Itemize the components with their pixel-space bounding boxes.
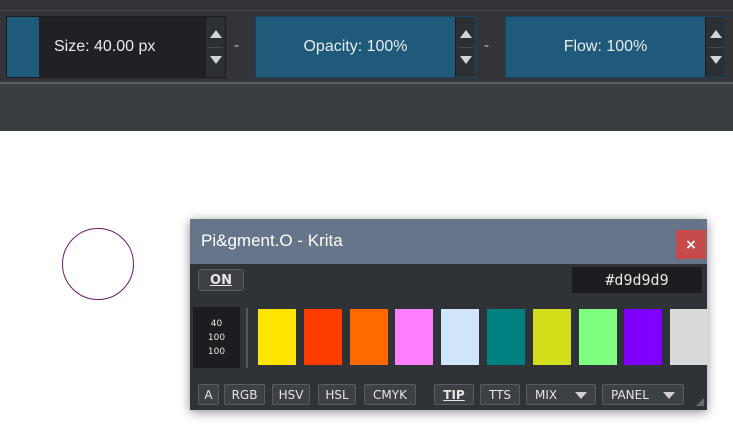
close-icon: × — [685, 236, 697, 253]
mix-dropdown[interactable]: MIX — [526, 384, 596, 405]
flow-increase-icon[interactable] — [710, 30, 722, 38]
rgb-button[interactable]: RGB — [224, 384, 265, 405]
color-swatch[interactable] — [303, 309, 342, 365]
flow-spinbox[interactable]: Flow: 100% — [505, 16, 726, 78]
docker-titlebar[interactable]: Pi&gment.O - Krita × — [190, 219, 707, 264]
brush-size-spinbox[interactable]: Size: 40.00 px — [6, 16, 226, 78]
separator: - — [484, 38, 490, 54]
value-line: 100 — [207, 332, 226, 343]
panel-dropdown[interactable]: PANEL — [602, 384, 684, 405]
opacity-spinbox[interactable]: Opacity: 100% — [255, 16, 476, 78]
color-swatch[interactable] — [441, 309, 480, 365]
toolbar-divider — [0, 10, 733, 11]
close-button[interactable]: × — [676, 230, 706, 259]
chevron-down-icon — [575, 392, 587, 399]
docker-title: Pi&gment.O - Krita — [201, 231, 343, 250]
flow-decrease-icon[interactable] — [710, 56, 722, 64]
size-spin-arrows[interactable] — [205, 17, 225, 77]
color-swatch[interactable] — [624, 309, 663, 365]
brush-outline-cursor — [62, 228, 134, 300]
hsl-button[interactable]: HSL — [318, 384, 356, 405]
color-swatch[interactable] — [578, 309, 617, 365]
color-swatch[interactable] — [487, 309, 525, 365]
chevron-down-icon — [663, 392, 675, 399]
pigmento-docker: Pi&gment.O - Krita × ON #d9d9d9 40 100 1… — [190, 219, 709, 410]
brush-toolbar: Size: 40.00 px - Opacity: 100% - Flow: 1… — [0, 0, 733, 84]
mix-dropdown-label: MIX — [535, 387, 558, 402]
opacity-spin-arrows[interactable] — [455, 17, 475, 77]
size-decrease-icon[interactable] — [210, 56, 222, 64]
size-increase-icon[interactable] — [210, 30, 222, 38]
docker-body: ON #d9d9d9 40 100 100 A RGB HSV HSL CMYK… — [190, 264, 709, 410]
a-button[interactable]: A — [198, 384, 219, 405]
color-swatch[interactable] — [532, 309, 571, 365]
panel-divider — [246, 308, 248, 368]
cmyk-button[interactable]: CMYK — [364, 384, 416, 405]
color-swatch[interactable] — [395, 309, 434, 365]
color-swatch[interactable] — [670, 309, 709, 365]
tts-button[interactable]: TTS — [480, 384, 520, 405]
secondary-toolbar — [0, 84, 733, 131]
hex-color-field[interactable]: #d9d9d9 — [572, 267, 702, 293]
value-line: 40 — [210, 318, 223, 329]
on-toggle-button[interactable]: ON — [198, 269, 244, 291]
opacity-increase-icon[interactable] — [460, 30, 472, 38]
value-line: 100 — [207, 346, 226, 357]
resize-grip-icon[interactable] — [696, 398, 704, 406]
flow-spin-arrows[interactable] — [705, 17, 725, 77]
brush-size-label: Size: 40.00 px — [54, 38, 156, 55]
value-readout: 40 100 100 — [193, 307, 240, 368]
separator: - — [234, 38, 240, 54]
opacity-label: Opacity: 100% — [303, 38, 408, 55]
tip-button[interactable]: TIP — [434, 384, 474, 405]
size-fill-bar — [7, 17, 39, 77]
color-swatch[interactable] — [349, 309, 388, 365]
flow-label: Flow: 100% — [563, 38, 648, 55]
opacity-decrease-icon[interactable] — [460, 56, 472, 64]
hsv-button[interactable]: HSV — [272, 384, 310, 405]
color-swatch[interactable] — [258, 309, 296, 365]
panel-dropdown-label: PANEL — [611, 387, 649, 402]
